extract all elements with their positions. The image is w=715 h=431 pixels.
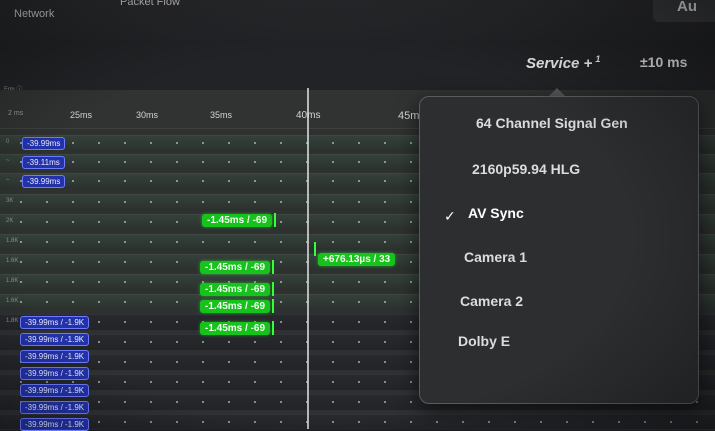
offset-marker bbox=[314, 242, 316, 256]
controls-row: Service +1 ±10 ms Frm ⓘ bbox=[0, 40, 715, 93]
playhead-cursor[interactable] bbox=[307, 88, 309, 429]
offset-marker bbox=[272, 321, 274, 335]
tick-label: 35ms bbox=[210, 110, 233, 120]
row-label: 1.8K bbox=[6, 278, 19, 284]
offset-tag-green[interactable]: -1.45ms / -69 bbox=[200, 283, 271, 296]
row-label: ~ bbox=[6, 158, 10, 164]
offset-tag-green[interactable]: -1.45ms / -69 bbox=[200, 261, 271, 274]
tab-network[interactable]: Network bbox=[14, 8, 54, 20]
row-label: 2K bbox=[6, 218, 14, 224]
checkmark-icon: ✓ bbox=[444, 208, 456, 224]
offset-marker bbox=[272, 260, 274, 274]
menu-item-camera-1[interactable]: Camera 1 bbox=[464, 249, 527, 265]
lane bbox=[0, 414, 715, 430]
row-label: 3K bbox=[6, 198, 14, 204]
service-selector-button[interactable]: Service +1 bbox=[526, 54, 600, 72]
offset-marker bbox=[272, 282, 274, 296]
menu-item-2160p59-94-hlg[interactable]: 2160p59.94 HLG bbox=[472, 161, 580, 177]
offset-tag-blue[interactable]: -39.99ms bbox=[22, 137, 66, 150]
offset-tag-blue[interactable]: -39.99ms / -1.9K bbox=[20, 401, 90, 414]
menu-item-av-sync[interactable]: AV Sync bbox=[468, 205, 524, 221]
menu-item-dolby-e[interactable]: Dolby E bbox=[458, 333, 510, 349]
menu-item-64-channel-signal-gen[interactable]: 64 Channel Signal Gen bbox=[476, 115, 628, 131]
offset-tag-green[interactable]: -1.45ms / -69 bbox=[202, 214, 273, 227]
top-right-button-label: Au bbox=[677, 0, 697, 15]
row-label: 1.6K bbox=[6, 258, 19, 264]
offset-marker bbox=[272, 299, 274, 313]
offset-tag-blue[interactable]: -39.99ms / -1.9K bbox=[20, 418, 90, 431]
row-label: 1.8K bbox=[6, 318, 19, 324]
row-label: 1.6K bbox=[6, 298, 19, 304]
offset-tag-green[interactable]: -1.45ms / -69 bbox=[200, 300, 271, 313]
offset-tag-blue[interactable]: -39.99ms / -1.9K bbox=[20, 367, 90, 380]
service-label: Service + bbox=[526, 55, 593, 72]
top-right-button[interactable]: Au bbox=[653, 0, 715, 22]
menu-item-camera-2[interactable]: Camera 2 bbox=[460, 293, 523, 309]
row-label: – bbox=[6, 177, 10, 183]
top-bar: Network Packet Flow Au bbox=[0, 0, 715, 41]
row-label: 1.8K bbox=[6, 238, 19, 244]
offset-tag-blue[interactable]: -39.99ms / -1.9K bbox=[20, 316, 90, 329]
tick-label: 30ms bbox=[136, 110, 159, 120]
tick-label: 25ms bbox=[70, 110, 93, 120]
time-range-selector[interactable]: ±10 ms bbox=[640, 54, 687, 70]
service-count-badge: 1 bbox=[595, 54, 601, 64]
offset-tag-green[interactable]: -1.45ms / -69 bbox=[200, 322, 271, 335]
offset-marker bbox=[274, 213, 276, 227]
tick-label: 2 ms bbox=[8, 110, 24, 117]
offset-tag-blue[interactable]: -39.99ms bbox=[22, 175, 66, 188]
offset-tag-blue[interactable]: -39.99ms / -1.9K bbox=[20, 350, 90, 363]
row-label: 0 bbox=[6, 139, 10, 145]
offset-tag-green[interactable]: +676.13µs / 33 bbox=[318, 253, 396, 266]
offset-tag-blue[interactable]: -39.99ms / -1.9K bbox=[20, 384, 90, 397]
offset-tag-blue[interactable]: -39.99ms / -1.9K bbox=[20, 333, 90, 346]
offset-tag-blue[interactable]: -39.11ms bbox=[22, 156, 65, 169]
tab-packet-flow[interactable]: Packet Flow bbox=[120, 0, 180, 8]
service-dropdown-menu: 64 Channel Signal Gen 2160p59.94 HLG ✓ A… bbox=[419, 96, 699, 404]
